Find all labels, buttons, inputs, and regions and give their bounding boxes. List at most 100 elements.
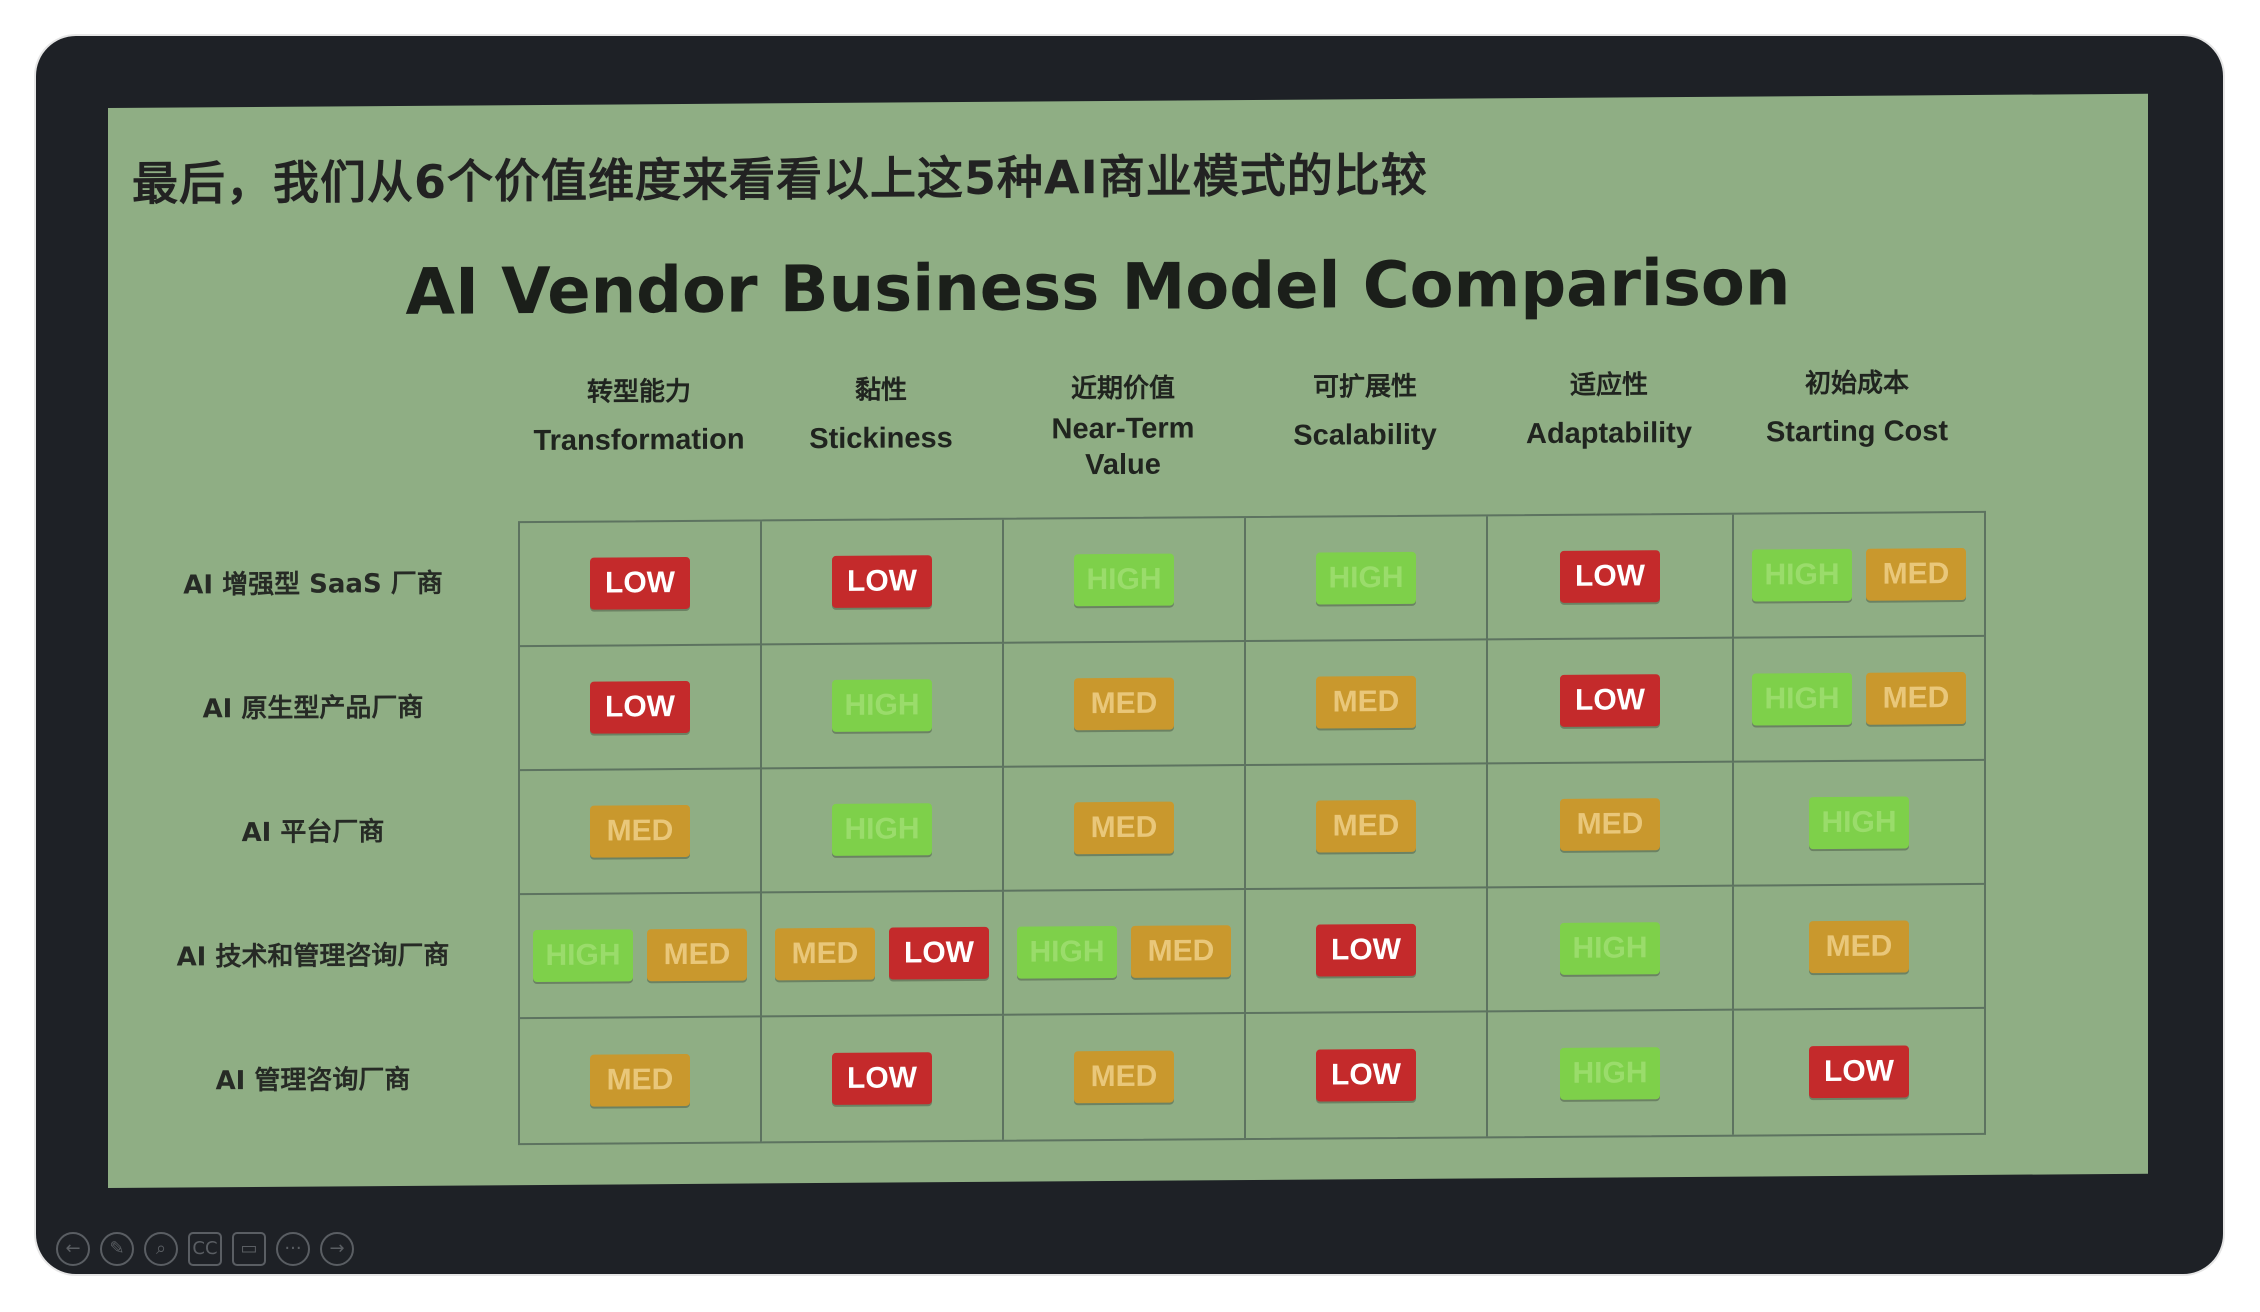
column-header-zh: 黏性 [854, 375, 907, 406]
rating-badge-high: HIGH [832, 679, 932, 732]
table-cell: HIGH [1246, 516, 1488, 643]
rating-badge-med: MED [1866, 672, 1966, 725]
rating-badge-high: HIGH [1017, 925, 1117, 979]
row-label: AI 平台厂商 [241, 817, 385, 849]
camera-icon[interactable]: ▭ [232, 1232, 266, 1266]
rating-badge-low: LOW [590, 680, 690, 734]
table-cell: MED [1488, 762, 1734, 889]
table-cell: LOW [1246, 888, 1488, 1015]
rating-badge-med: MED [1316, 675, 1416, 729]
rating-badge-med: MED [1074, 1050, 1174, 1104]
table-cell: MED LOW [762, 891, 1004, 1018]
table-cell: MED [1246, 764, 1488, 891]
table-cell: HIGH MED [520, 893, 762, 1020]
rating-badge-high: HIGH [1752, 548, 1852, 602]
rating-badge-med: MED [590, 804, 690, 858]
column-header-zh: 转型能力 [586, 376, 691, 408]
row-labels: AI 增强型 SaaS 厂商 AI 原生型产品厂商 AI 平台厂商 AI 技术和管理咨… [108, 94, 2148, 1097]
column-header: 近期价值 Near-Term Value [1002, 368, 1244, 484]
rating-badge-high: HIGH [832, 803, 932, 856]
rating-badge-med: MED [1074, 801, 1174, 855]
rating-badge-med: MED [590, 1053, 690, 1107]
rating-badge-med: MED [775, 927, 875, 981]
column-header-zh: 适应性 [1569, 370, 1648, 401]
rating-badge-low: LOW [832, 1052, 932, 1105]
column-header: 转型能力 Transformation [518, 371, 760, 459]
table-cell: MED [1246, 640, 1488, 767]
column-header: 黏性 Stickiness [760, 370, 1002, 458]
rating-badge-low: LOW [832, 555, 932, 608]
slide-title: 最后，我们从6个价值维度来看看以上这5种AI商业模式的比较 [132, 147, 1428, 211]
table-cell: HIGH [1488, 886, 1734, 1013]
rating-badge-low: LOW [889, 926, 989, 980]
table-cell: MED [1004, 1014, 1246, 1140]
column-header-en: Transformation [533, 423, 745, 458]
table-cell: LOW [762, 1015, 1004, 1142]
row-label: AI 管理咨询厂商 [215, 1064, 411, 1097]
rating-badge-med: MED [1316, 799, 1416, 853]
table-cell: HIGH MED [1734, 636, 1984, 763]
rating-badge-med: MED [1866, 548, 1966, 601]
table-cell: HIGH [762, 643, 1004, 770]
table-cell: HIGH MED [1734, 512, 1984, 639]
rating-badge-low: LOW [1316, 923, 1416, 977]
table-cell: HIGH [1734, 760, 1984, 887]
row-label: AI 增强型 SaaS 厂商 [183, 568, 443, 601]
row-label: AI 技术和管理咨询厂商 [176, 940, 450, 973]
rating-badge-low: LOW [590, 556, 690, 610]
table-cell: LOW [1488, 514, 1734, 641]
table-cell: HIGH MED [1004, 890, 1246, 1016]
column-header-zh: 近期价值 [1070, 373, 1175, 405]
column-header: 初始成本 Starting Cost [1732, 363, 1982, 451]
chart-title: AI Vendor Business Model Comparison [405, 246, 1791, 330]
rating-badge-med: MED [647, 928, 747, 982]
column-header-zh: 初始成本 [1804, 368, 1909, 400]
column-header-en: Scalability [1293, 418, 1437, 452]
rating-badge-high: HIGH [533, 929, 633, 983]
table-cell: LOW [1734, 1009, 1984, 1135]
column-headers: 转型能力 Transformation 黏性 Stickiness 近期价值 Near-T… [108, 94, 2148, 481]
presentation-toolbar: ← ✎ ⌕ CC ▭ ··· → [56, 1232, 354, 1266]
table-cell: MED [520, 1017, 762, 1144]
column-header-zh: 可扩展性 [1312, 371, 1417, 403]
table-cell: LOW [1246, 1012, 1488, 1139]
rating-badge-low: LOW [1560, 550, 1660, 603]
table-cell: LOW [762, 519, 1004, 646]
slide: 最后，我们从6个价值维度来看看以上这5种AI商业模式的比较 AI Vendor … [108, 93, 2148, 1188]
column-header: 适应性 Adaptability [1486, 365, 1732, 453]
column-header-en: Near-Term Value [1051, 412, 1195, 482]
rating-badge-med: MED [1074, 677, 1174, 731]
column-header-en: Adaptability [1526, 416, 1692, 451]
table-cell: MED [1004, 642, 1246, 768]
rating-badge-med: MED [1560, 798, 1660, 851]
screen-frame: 最后，我们从6个价值维度来看看以上这5种AI商业模式的比较 AI Vendor … [36, 36, 2223, 1274]
column-header: 可扩展性 Scalability [1244, 366, 1486, 454]
table-cell: HIGH [1004, 518, 1246, 644]
captions-icon[interactable]: CC [188, 1232, 222, 1266]
rating-badge-high: HIGH [1316, 551, 1416, 605]
rating-badge-high: HIGH [1560, 1047, 1660, 1100]
table-cell: LOW [520, 521, 762, 648]
zoom-icon[interactable]: ⌕ [144, 1232, 178, 1266]
pen-icon[interactable]: ✎ [100, 1232, 134, 1266]
table-cell: MED [1004, 766, 1246, 892]
comparison-table: LOW LOW HIGH HIGH LOW HIGH MED LOW HIGH MED MED LOW… [518, 510, 1986, 1146]
table-cell: HIGH [1488, 1010, 1734, 1137]
rating-badge-high: HIGH [1074, 553, 1174, 607]
table-cell: MED [520, 769, 762, 896]
rating-badge-low: LOW [1809, 1045, 1909, 1099]
rating-badge-low: LOW [1560, 674, 1660, 727]
row-label: AI 原生型产品厂商 [202, 692, 424, 725]
column-header-en: Stickiness [809, 422, 953, 456]
rating-badge-med: MED [1809, 920, 1909, 974]
column-header-en: Starting Cost [1765, 415, 1949, 449]
previous-icon[interactable]: ← [56, 1232, 90, 1266]
table-cell: MED [1734, 884, 1984, 1011]
next-icon[interactable]: → [320, 1232, 354, 1266]
rating-badge-med: MED [1131, 925, 1231, 978]
rating-badge-low: LOW [1316, 1048, 1416, 1102]
rating-badge-high: HIGH [1809, 796, 1909, 850]
table-cell: LOW [520, 645, 762, 772]
more-icon[interactable]: ··· [276, 1232, 310, 1266]
table-cell: HIGH [762, 767, 1004, 894]
